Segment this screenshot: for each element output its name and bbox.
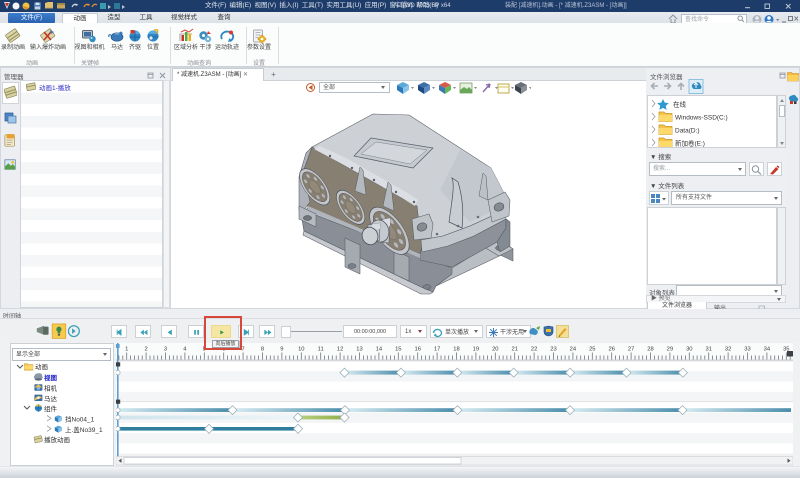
svg-text:Data(D:): Data(D:) xyxy=(675,128,700,135)
svg-text:在线: 在线 xyxy=(673,100,687,109)
svg-text:22: 22 xyxy=(531,347,537,353)
svg-text:16: 16 xyxy=(414,347,420,353)
svg-text:17: 17 xyxy=(434,347,440,353)
svg-text:挡No04_1: 挡No04_1 xyxy=(65,415,95,424)
svg-text:27: 27 xyxy=(628,347,634,353)
svg-text:31: 31 xyxy=(705,347,711,353)
svg-text:9: 9 xyxy=(280,347,283,353)
svg-text:33: 33 xyxy=(744,347,750,353)
svg-text:19: 19 xyxy=(473,347,479,353)
svg-text:10: 10 xyxy=(298,347,304,353)
svg-text:相机: 相机 xyxy=(44,384,58,393)
svg-text:上.盖No39_1: 上.盖No39_1 xyxy=(65,425,103,434)
svg-text:13: 13 xyxy=(356,347,362,353)
svg-text:14: 14 xyxy=(376,347,383,353)
svg-text:23: 23 xyxy=(550,347,556,353)
svg-text:视图: 视图 xyxy=(44,373,58,382)
svg-text:新加卷(E:): 新加卷(E:) xyxy=(675,139,705,148)
svg-text:28: 28 xyxy=(647,347,653,353)
svg-text:1: 1 xyxy=(125,347,128,353)
svg-text:26: 26 xyxy=(608,347,614,353)
svg-text:Windows-SSD(C:): Windows-SSD(C:) xyxy=(675,115,728,122)
svg-text:32: 32 xyxy=(725,347,731,353)
svg-text:12: 12 xyxy=(337,347,343,353)
svg-text:播放动画: 播放动画 xyxy=(44,435,70,444)
svg-text:34: 34 xyxy=(764,347,771,353)
svg-text:动画: 动画 xyxy=(35,363,48,371)
svg-text:3: 3 xyxy=(164,347,167,353)
svg-text:24: 24 xyxy=(570,347,577,353)
svg-text:20: 20 xyxy=(492,347,498,353)
svg-text:组件: 组件 xyxy=(44,404,58,413)
svg-text:30: 30 xyxy=(686,347,692,353)
svg-text:29: 29 xyxy=(667,347,673,353)
svg-text:2: 2 xyxy=(144,347,147,353)
svg-text:8: 8 xyxy=(261,347,264,353)
svg-text:15: 15 xyxy=(395,347,401,353)
svg-text:11: 11 xyxy=(318,347,324,353)
svg-text:25: 25 xyxy=(589,347,595,353)
svg-text:21: 21 xyxy=(511,347,517,353)
svg-text:马达: 马达 xyxy=(44,394,58,403)
svg-text:18: 18 xyxy=(453,347,459,353)
